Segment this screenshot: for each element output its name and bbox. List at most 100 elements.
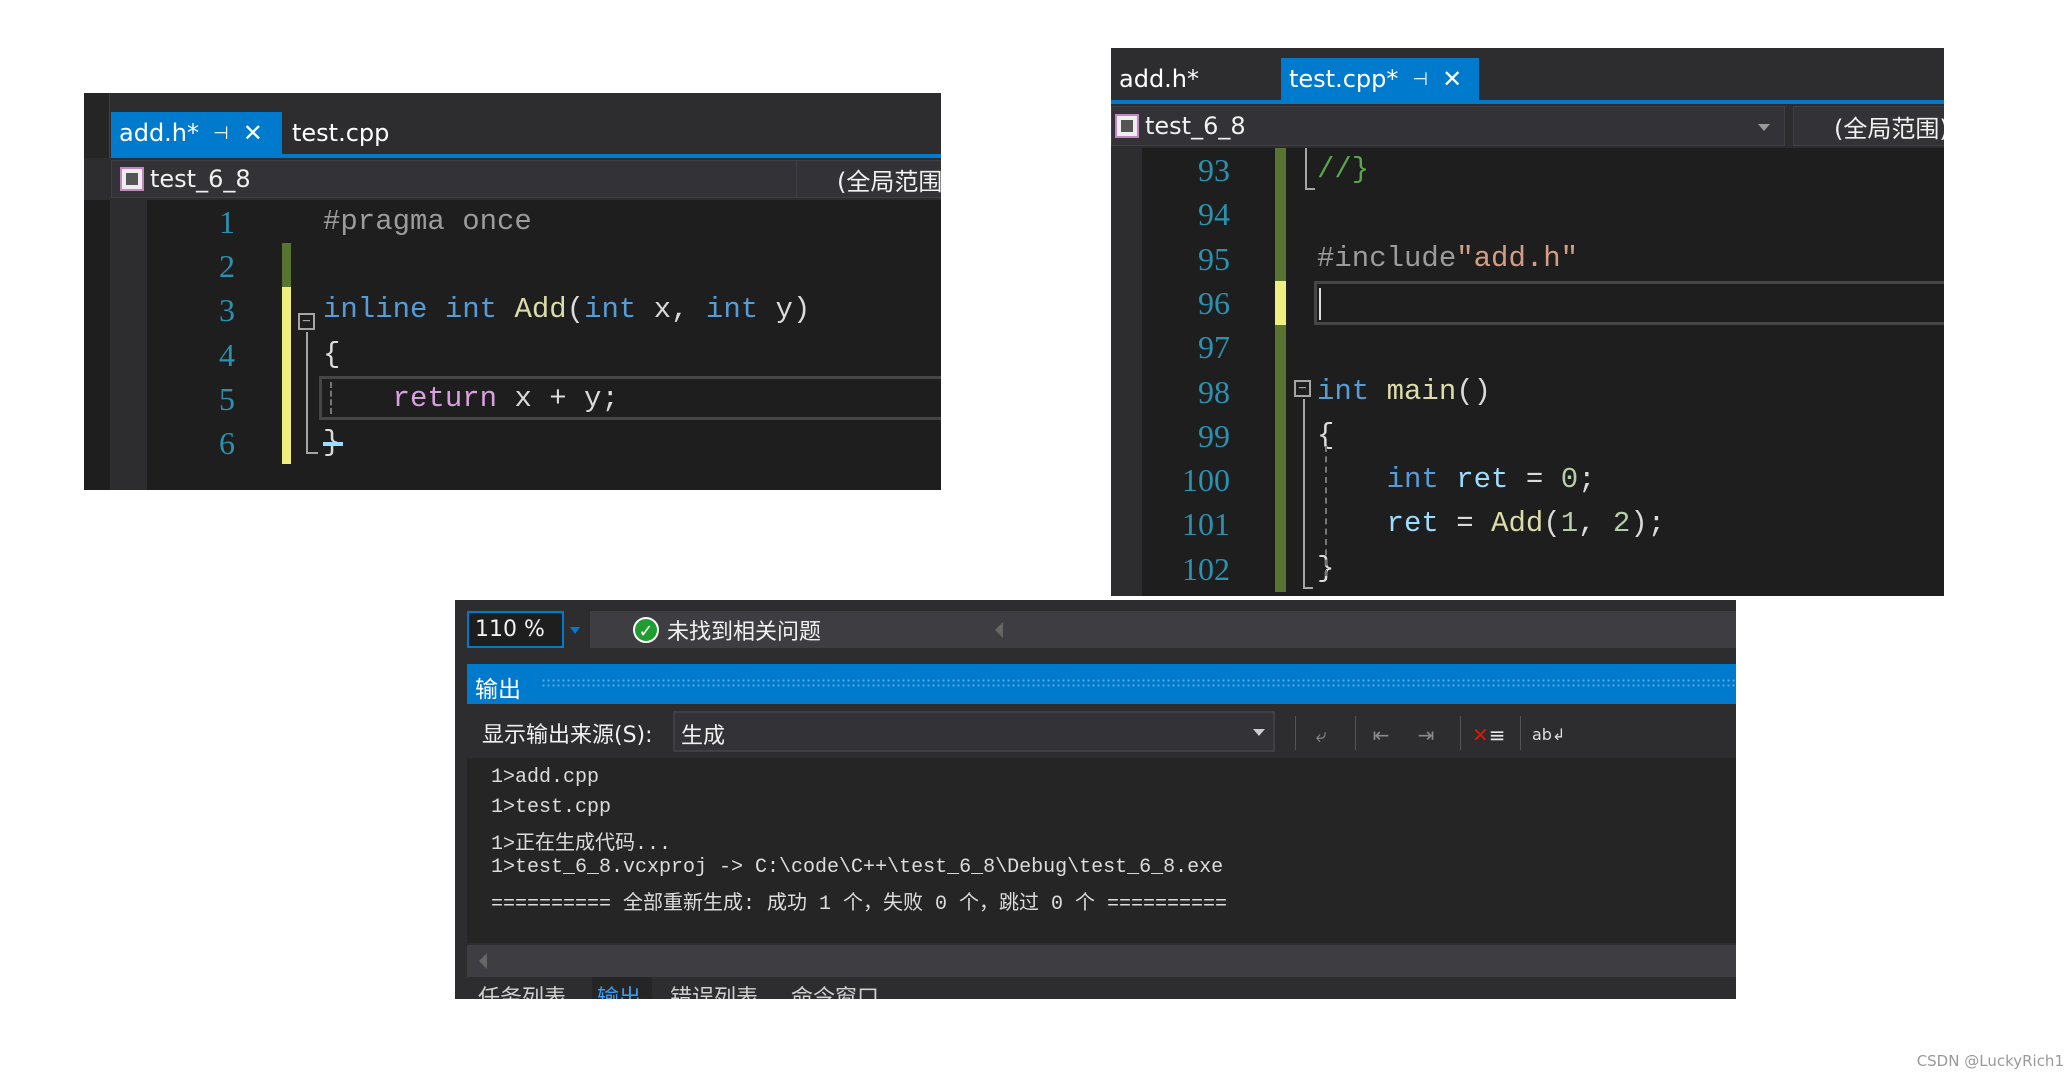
code-token: 2 [1612, 507, 1631, 541]
left-editor: add.h* ⊣ ✕ test.cpp test_6_8 (全局范围 1 #pra… [84, 93, 941, 490]
code-token: "add.h" [1456, 241, 1579, 275]
line-number: 100 [1182, 462, 1230, 499]
line-number: 95 [1198, 240, 1230, 277]
saved-change-bar [282, 243, 291, 287]
code-line: ret = Add(1, 2); [1317, 502, 1666, 546]
code-token: = [1438, 507, 1492, 541]
code-token: ret [1456, 463, 1509, 497]
output-line: 1>test_6_8.vcxproj -> C:\code\C++\test_6… [491, 856, 1224, 879]
line-number: 94 [1198, 196, 1230, 233]
right-editor: add.h* test.cpp* ⊣ ✕ test_6_8 (全局范围) 93 /… [1111, 48, 1944, 596]
output-title-bar[interactable]: 输出 [467, 664, 1736, 704]
scope-dropdown[interactable]: (全局范围) [1793, 106, 1944, 146]
line-number: 98 [1198, 373, 1230, 410]
code-token: Add [1491, 507, 1544, 541]
code-token: inline [323, 293, 428, 327]
source-value: 生成 [681, 724, 726, 749]
collapse-icon[interactable]: − [298, 313, 315, 330]
tab-add-h[interactable]: add.h* [1111, 58, 1199, 100]
project-dropdown[interactable]: test_6_8 [111, 160, 876, 198]
drag-grip[interactable] [541, 678, 1736, 688]
code-token: int [1317, 374, 1370, 408]
line-number: 102 [1182, 550, 1230, 587]
pin-icon[interactable]: ⊣ [1412, 69, 1428, 90]
code-line: #include"add.h" [1317, 237, 1578, 281]
chevron-down-icon [1758, 124, 1770, 131]
collapse-icon[interactable]: − [1294, 380, 1311, 397]
unsaved-change-bar [282, 287, 291, 464]
code-line: int ret = 0; [1317, 458, 1596, 502]
close-icon[interactable]: ✕ [1442, 65, 1462, 93]
line-number: 2 [219, 248, 235, 285]
tab-output[interactable]: 输出 [597, 980, 641, 999]
line-number: 1 [219, 204, 235, 240]
line-number: 4 [219, 336, 235, 373]
word-wrap-icon[interactable]: ab↲ [1532, 722, 1565, 748]
project-icon [120, 167, 144, 191]
text-cursor [323, 442, 343, 446]
code-token: main [1386, 374, 1457, 408]
project-dropdown[interactable]: test_6_8 [1111, 106, 1785, 146]
code-token: y) [758, 293, 811, 327]
tab-command-window[interactable]: 命令窗口 [791, 980, 879, 999]
tab-label: add.h* [1119, 65, 1200, 93]
next-message-icon[interactable]: ⇥ [1413, 722, 1439, 748]
text-cursor [1319, 288, 1321, 320]
output-line: ========== 全部重新生成: 成功 1 个，失败 0 个，跳过 0 个 … [491, 893, 1228, 916]
output-line: 1>正在生成代码... [491, 833, 672, 856]
zoom-dropdown-icon[interactable] [570, 627, 580, 634]
output-title: 输出 [475, 677, 521, 703]
pin-icon[interactable]: ⊣ [213, 123, 229, 144]
tab-task-list[interactable]: 任务列表 [478, 980, 566, 999]
tab-label: test.cpp* [1289, 65, 1399, 93]
code-token: ( [1543, 507, 1561, 541]
line-number: 5 [219, 380, 235, 417]
code-line: int main() [1317, 370, 1491, 414]
current-line-highlight [319, 376, 941, 420]
line-number: 3 [219, 292, 235, 329]
code-token: #include [1317, 241, 1457, 275]
horizontal-scrollbar[interactable] [467, 945, 1736, 977]
zoom-level-box[interactable]: 110 % [467, 611, 564, 648]
code-line: inline int Add(int x, int y) [323, 288, 810, 332]
tab-label: add.h* [119, 119, 200, 147]
code-token: ( [566, 293, 585, 327]
code-token: () [1456, 374, 1492, 408]
line-number: 101 [1182, 506, 1230, 543]
tab-error-list[interactable]: 错误列表 [670, 980, 758, 999]
code-token: //} [1317, 153, 1370, 186]
scroll-left-icon[interactable] [479, 953, 487, 969]
tab-test-cpp[interactable]: test.cpp* ⊣ ✕ [1281, 58, 1479, 100]
code-token: #pragma once [323, 205, 532, 238]
code-token: Add [514, 293, 567, 327]
source-select[interactable]: 生成 [673, 711, 1275, 752]
scope-dropdown[interactable]: (全局范围 [796, 160, 941, 198]
code-line: //} [1317, 148, 1369, 192]
clear-all-icon[interactable]: ✕≡ [1472, 722, 1506, 748]
saved-change-bar [1275, 148, 1286, 592]
output-line: 1>test.cpp [491, 796, 612, 819]
line-number: 99 [1198, 417, 1230, 454]
code-token: int [705, 293, 759, 327]
go-to-location-icon[interactable]: ⤶ [1308, 722, 1334, 748]
code-token: ; [1578, 463, 1596, 497]
source-label: 显示输出来源(S): [482, 723, 653, 748]
scope-name: (全局范围 [837, 167, 941, 196]
code-area[interactable]: 93//} 94 95 #include"add.h" 96 97 98 int main()… [1111, 148, 1944, 596]
issues-status[interactable]: 未找到相关问题 [667, 614, 821, 646]
tab-add-h[interactable]: add.h* ⊣ ✕ [111, 112, 282, 154]
project-name: test_6_8 [150, 165, 251, 193]
current-line-highlight [1314, 281, 1944, 325]
line-number: 6 [219, 425, 235, 461]
close-icon[interactable]: ✕ [243, 119, 263, 147]
code-area[interactable]: 1 #pragma once 2 3 inline int Add(int x, int… [84, 200, 941, 490]
scroll-left-icon[interactable] [995, 622, 1003, 638]
tab-test-cpp[interactable]: test.cpp [284, 112, 389, 154]
scope-name: (全局范围) [1834, 114, 1944, 143]
code-line: { [323, 333, 340, 377]
previous-message-icon[interactable]: ⇤ [1368, 722, 1394, 748]
